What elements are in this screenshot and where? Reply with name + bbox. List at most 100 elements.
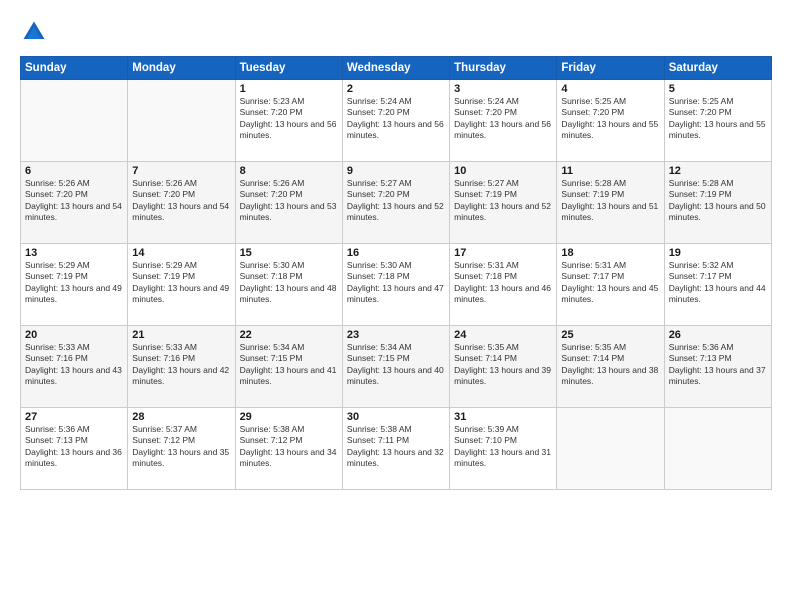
day-number: 2: [347, 83, 445, 95]
day-number: 4: [561, 83, 659, 95]
day-number: 25: [561, 329, 659, 341]
calendar-cell: 19Sunrise: 5:32 AM Sunset: 7:17 PM Dayli…: [664, 244, 771, 326]
calendar-page: SundayMondayTuesdayWednesdayThursdayFrid…: [0, 0, 792, 612]
calendar-cell: 9Sunrise: 5:27 AM Sunset: 7:20 PM Daylig…: [342, 162, 449, 244]
calendar-cell: 30Sunrise: 5:38 AM Sunset: 7:11 PM Dayli…: [342, 408, 449, 490]
day-info: Sunrise: 5:31 AM Sunset: 7:17 PM Dayligh…: [561, 260, 659, 306]
day-info: Sunrise: 5:28 AM Sunset: 7:19 PM Dayligh…: [561, 178, 659, 224]
calendar-cell: 1Sunrise: 5:23 AM Sunset: 7:20 PM Daylig…: [235, 80, 342, 162]
day-number: 16: [347, 247, 445, 259]
day-info: Sunrise: 5:24 AM Sunset: 7:20 PM Dayligh…: [347, 96, 445, 142]
day-info: Sunrise: 5:26 AM Sunset: 7:20 PM Dayligh…: [25, 178, 123, 224]
calendar-cell: 11Sunrise: 5:28 AM Sunset: 7:19 PM Dayli…: [557, 162, 664, 244]
day-number: 8: [240, 165, 338, 177]
weekday-header-wednesday: Wednesday: [342, 57, 449, 80]
day-info: Sunrise: 5:33 AM Sunset: 7:16 PM Dayligh…: [132, 342, 230, 388]
day-number: 23: [347, 329, 445, 341]
calendar-cell: 6Sunrise: 5:26 AM Sunset: 7:20 PM Daylig…: [21, 162, 128, 244]
day-number: 22: [240, 329, 338, 341]
day-number: 21: [132, 329, 230, 341]
calendar-cell: [557, 408, 664, 490]
day-info: Sunrise: 5:34 AM Sunset: 7:15 PM Dayligh…: [240, 342, 338, 388]
day-number: 27: [25, 411, 123, 423]
calendar-cell: 29Sunrise: 5:38 AM Sunset: 7:12 PM Dayli…: [235, 408, 342, 490]
calendar-cell: 16Sunrise: 5:30 AM Sunset: 7:18 PM Dayli…: [342, 244, 449, 326]
calendar-cell: 28Sunrise: 5:37 AM Sunset: 7:12 PM Dayli…: [128, 408, 235, 490]
calendar-cell: 27Sunrise: 5:36 AM Sunset: 7:13 PM Dayli…: [21, 408, 128, 490]
day-info: Sunrise: 5:26 AM Sunset: 7:20 PM Dayligh…: [240, 178, 338, 224]
calendar-cell: [21, 80, 128, 162]
day-number: 11: [561, 165, 659, 177]
day-number: 19: [669, 247, 767, 259]
calendar-cell: 10Sunrise: 5:27 AM Sunset: 7:19 PM Dayli…: [450, 162, 557, 244]
calendar-cell: 17Sunrise: 5:31 AM Sunset: 7:18 PM Dayli…: [450, 244, 557, 326]
weekday-header-tuesday: Tuesday: [235, 57, 342, 80]
day-number: 28: [132, 411, 230, 423]
calendar-cell: 23Sunrise: 5:34 AM Sunset: 7:15 PM Dayli…: [342, 326, 449, 408]
day-info: Sunrise: 5:29 AM Sunset: 7:19 PM Dayligh…: [25, 260, 123, 306]
day-info: Sunrise: 5:30 AM Sunset: 7:18 PM Dayligh…: [347, 260, 445, 306]
day-number: 9: [347, 165, 445, 177]
day-number: 29: [240, 411, 338, 423]
day-number: 3: [454, 83, 552, 95]
day-number: 30: [347, 411, 445, 423]
day-number: 31: [454, 411, 552, 423]
calendar-cell: 8Sunrise: 5:26 AM Sunset: 7:20 PM Daylig…: [235, 162, 342, 244]
calendar-cell: 31Sunrise: 5:39 AM Sunset: 7:10 PM Dayli…: [450, 408, 557, 490]
calendar-cell: 7Sunrise: 5:26 AM Sunset: 7:20 PM Daylig…: [128, 162, 235, 244]
week-row-1: 1Sunrise: 5:23 AM Sunset: 7:20 PM Daylig…: [21, 80, 772, 162]
calendar-cell: 22Sunrise: 5:34 AM Sunset: 7:15 PM Dayli…: [235, 326, 342, 408]
day-number: 14: [132, 247, 230, 259]
day-number: 12: [669, 165, 767, 177]
day-info: Sunrise: 5:30 AM Sunset: 7:18 PM Dayligh…: [240, 260, 338, 306]
calendar-cell: 13Sunrise: 5:29 AM Sunset: 7:19 PM Dayli…: [21, 244, 128, 326]
day-info: Sunrise: 5:38 AM Sunset: 7:11 PM Dayligh…: [347, 424, 445, 470]
calendar-cell: 26Sunrise: 5:36 AM Sunset: 7:13 PM Dayli…: [664, 326, 771, 408]
day-number: 20: [25, 329, 123, 341]
day-number: 5: [669, 83, 767, 95]
calendar-cell: 15Sunrise: 5:30 AM Sunset: 7:18 PM Dayli…: [235, 244, 342, 326]
header: [20, 18, 772, 46]
calendar-cell: 5Sunrise: 5:25 AM Sunset: 7:20 PM Daylig…: [664, 80, 771, 162]
day-number: 17: [454, 247, 552, 259]
logo: [20, 18, 52, 46]
day-number: 7: [132, 165, 230, 177]
day-info: Sunrise: 5:23 AM Sunset: 7:20 PM Dayligh…: [240, 96, 338, 142]
day-number: 15: [240, 247, 338, 259]
calendar-cell: 12Sunrise: 5:28 AM Sunset: 7:19 PM Dayli…: [664, 162, 771, 244]
week-row-4: 20 Sunrise: 5:33 AM Sunset: 7:16 PM Dayli…: [21, 326, 772, 408]
week-row-5: 27Sunrise: 5:36 AM Sunset: 7:13 PM Dayli…: [21, 408, 772, 490]
weekday-header-friday: Friday: [557, 57, 664, 80]
calendar-cell: 3Sunrise: 5:24 AM Sunset: 7:20 PM Daylig…: [450, 80, 557, 162]
day-info: Sunrise: 5:28 AM Sunset: 7:19 PM Dayligh…: [669, 178, 767, 224]
calendar-cell: [128, 80, 235, 162]
calendar-cell: 21Sunrise: 5:33 AM Sunset: 7:16 PM Dayli…: [128, 326, 235, 408]
day-info: Sunrise: 5:37 AM Sunset: 7:12 PM Dayligh…: [132, 424, 230, 470]
day-info: Sunrise: 5:35 AM Sunset: 7:14 PM Dayligh…: [454, 342, 552, 388]
weekday-header-sunday: Sunday: [21, 57, 128, 80]
weekday-header-saturday: Saturday: [664, 57, 771, 80]
day-info: Sunrise: 5:39 AM Sunset: 7:10 PM Dayligh…: [454, 424, 552, 470]
day-info: Sunrise: 5:35 AM Sunset: 7:14 PM Dayligh…: [561, 342, 659, 388]
day-info: Sunrise: 5:36 AM Sunset: 7:13 PM Dayligh…: [25, 424, 123, 470]
day-info: Sunrise: 5:27 AM Sunset: 7:19 PM Dayligh…: [454, 178, 552, 224]
calendar-cell: 20Sunrise: 5:33 AM Sunset: 7:16 PM Dayli…: [21, 326, 128, 408]
weekday-header-thursday: Thursday: [450, 57, 557, 80]
week-row-3: 13Sunrise: 5:29 AM Sunset: 7:19 PM Dayli…: [21, 244, 772, 326]
day-info: Sunrise: 5:32 AM Sunset: 7:17 PM Dayligh…: [669, 260, 767, 306]
calendar-cell: 24Sunrise: 5:35 AM Sunset: 7:14 PM Dayli…: [450, 326, 557, 408]
day-number: 13: [25, 247, 123, 259]
day-info: Sunrise: 5:25 AM Sunset: 7:20 PM Dayligh…: [561, 96, 659, 142]
day-number: 18: [561, 247, 659, 259]
week-row-2: 6Sunrise: 5:26 AM Sunset: 7:20 PM Daylig…: [21, 162, 772, 244]
day-info: Sunrise: 5:34 AM Sunset: 7:15 PM Dayligh…: [347, 342, 445, 388]
calendar-cell: 2Sunrise: 5:24 AM Sunset: 7:20 PM Daylig…: [342, 80, 449, 162]
day-number: 6: [25, 165, 123, 177]
day-info: Sunrise: 5:36 AM Sunset: 7:13 PM Dayligh…: [669, 342, 767, 388]
calendar-cell: 14Sunrise: 5:29 AM Sunset: 7:19 PM Dayli…: [128, 244, 235, 326]
day-info: Sunrise: 5:27 AM Sunset: 7:20 PM Dayligh…: [347, 178, 445, 224]
weekday-header-monday: Monday: [128, 57, 235, 80]
weekday-header-row: SundayMondayTuesdayWednesdayThursdayFrid…: [21, 57, 772, 80]
day-info: Sunrise: 5:29 AM Sunset: 7:19 PM Dayligh…: [132, 260, 230, 306]
day-info: Sunrise: 5:26 AM Sunset: 7:20 PM Dayligh…: [132, 178, 230, 224]
